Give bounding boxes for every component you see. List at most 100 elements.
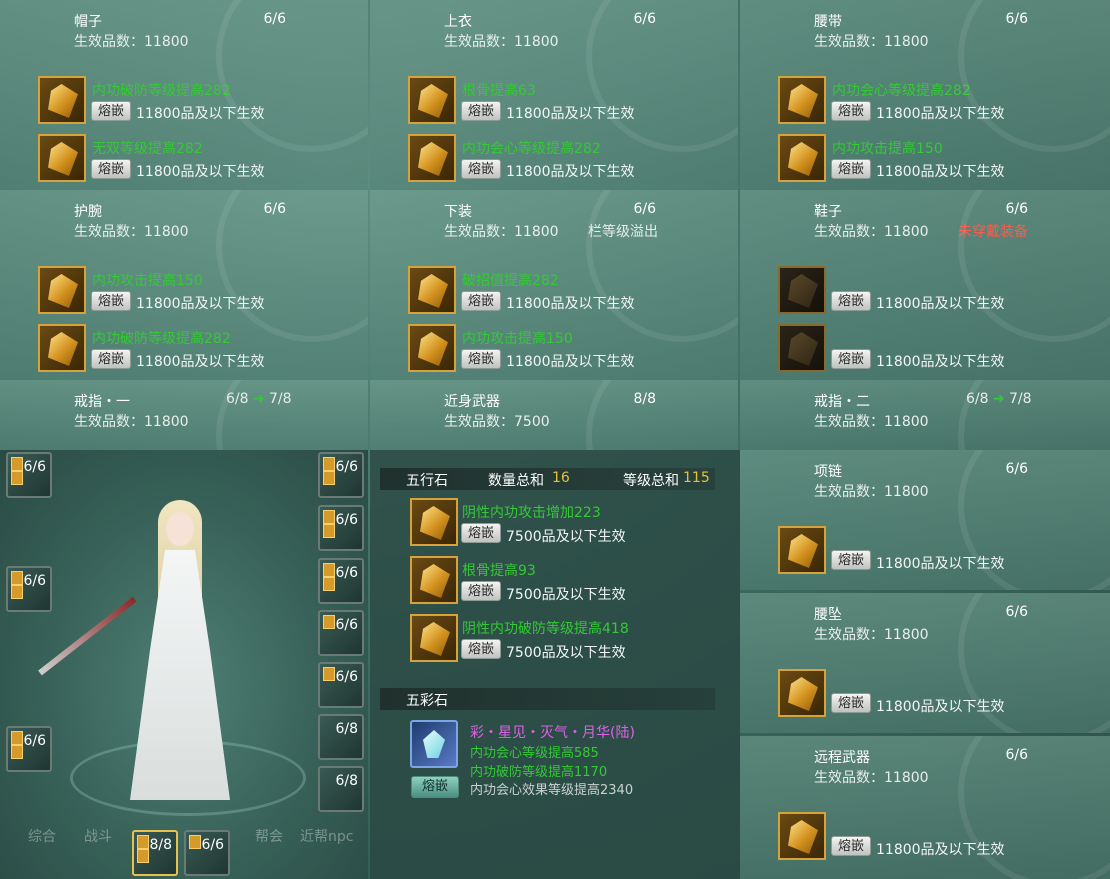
wuxing-qty: 16: [552, 470, 570, 486]
panel-title: 腰带: [814, 14, 842, 30]
panel-title: 帽子: [74, 14, 102, 30]
gem-slot[interactable]: [778, 76, 826, 124]
not-equipped-note: 未穿戴装备: [958, 224, 1028, 240]
panel-necklace: 项链 6/6 生效品数：11800 熔嵌 11800品及以下生效: [740, 450, 1110, 590]
inlay-button[interactable]: 熔嵌: [461, 639, 502, 659]
chat-tab[interactable]: 帮会: [255, 826, 283, 846]
gem-slot[interactable]: [778, 669, 826, 717]
inlay-button[interactable]: 熔嵌: [831, 159, 872, 179]
gem-small-icon: [323, 510, 335, 524]
character-figure: [130, 500, 230, 800]
effect-text: 11800品及以下生效: [136, 354, 265, 370]
gem-slot[interactable]: [38, 324, 86, 372]
effect-text: 11800品及以下生效: [876, 699, 1005, 715]
overflow-note: 栏等级溢出: [588, 224, 658, 240]
wucai-stone-slot[interactable]: [410, 720, 458, 768]
inlay-button[interactable]: 熔嵌: [831, 836, 872, 856]
equip-slot[interactable]: 6/6: [6, 452, 52, 498]
gem-attribute: 内功攻击提高150: [462, 331, 573, 347]
panel-effective-quality: 生效品数：7500: [444, 414, 550, 430]
character-viewport[interactable]: [0, 450, 368, 879]
inlay-button[interactable]: 熔嵌: [461, 101, 502, 121]
gem-icon: [418, 142, 448, 176]
gem-slot[interactable]: [408, 134, 456, 182]
inlay-button[interactable]: 熔嵌: [831, 349, 872, 369]
equip-slot[interactable]: 6/8: [318, 714, 364, 760]
panel-effective-quality: 生效品数：11800: [814, 770, 929, 786]
gem-icon: [48, 142, 78, 176]
gem-icon: [418, 84, 448, 118]
effect-text: 7500品及以下生效: [506, 529, 626, 545]
equip-slot[interactable]: 6/6: [6, 726, 52, 772]
panel-count: 6/6: [1005, 201, 1028, 217]
weapon-slot-selected[interactable]: 8/8: [132, 830, 178, 876]
gem-attribute: 内功攻击提高150: [832, 141, 943, 157]
panel-title: 护腕: [74, 204, 102, 220]
gem-slot[interactable]: [38, 266, 86, 314]
gem-slot[interactable]: [408, 324, 456, 372]
equip-slot[interactable]: 6/8: [318, 766, 364, 812]
wucai-line: 内功会心效果等级提高2340: [470, 783, 634, 798]
gem-small-icon: [189, 835, 201, 849]
panel-title: 下装: [444, 204, 472, 220]
gem-slot[interactable]: [408, 266, 456, 314]
panel-effective-quality: 生效品数：11800: [814, 224, 929, 240]
inlay-button[interactable]: 熔嵌: [461, 523, 502, 543]
stone-attribute: 阴性内功破防等级提高418: [462, 621, 629, 637]
equip-slot[interactable]: 6/6: [318, 558, 364, 604]
inlay-button[interactable]: 熔嵌: [831, 101, 872, 121]
gem-small-icon: [323, 615, 335, 629]
gem-slot[interactable]: [778, 134, 826, 182]
gem-attribute: 内功破防等级提高282: [92, 83, 231, 99]
inlay-button[interactable]: 熔嵌: [91, 159, 132, 179]
gem-small-icon: [323, 667, 335, 681]
panel-ring1: 戒指・一 6/8 ➜ 7/8 生效品数：11800: [0, 380, 368, 450]
inlay-button[interactable]: 熔嵌: [461, 159, 502, 179]
slot-count: 6/6: [335, 512, 358, 528]
effect-text: 11800品及以下生效: [136, 164, 265, 180]
effect-text: 11800品及以下生效: [876, 106, 1005, 122]
equip-slot[interactable]: 6/6: [318, 610, 364, 656]
inlay-button[interactable]: 熔嵌: [831, 550, 872, 570]
wucai-line: 内功会心等级提高585: [470, 746, 599, 761]
equip-slot[interactable]: 6/6: [318, 452, 364, 498]
weapon-slot[interactable]: 6/6: [184, 830, 230, 876]
chat-tab[interactable]: 战斗: [84, 826, 112, 846]
gem-slot[interactable]: [778, 812, 826, 860]
inlay-button[interactable]: 熔嵌: [461, 581, 502, 601]
gem-attribute: 内功攻击提高150: [92, 273, 203, 289]
panel-count: 6/6: [263, 11, 286, 27]
equip-slot[interactable]: 6/6: [6, 566, 52, 612]
equip-slot[interactable]: 6/6: [318, 505, 364, 551]
inlay-button[interactable]: 熔嵌: [91, 101, 132, 121]
chat-tab[interactable]: 近帮npc: [300, 826, 353, 846]
chat-tab[interactable]: 综合: [28, 826, 56, 846]
panel-count: 6/6: [263, 201, 286, 217]
slot-count: 6/6: [335, 459, 358, 475]
inlay-button[interactable]: 熔嵌: [831, 291, 872, 311]
wuxing-lvl-label: 等级总和: [623, 473, 679, 489]
gem-slot[interactable]: [38, 76, 86, 124]
inlay-button[interactable]: 熔嵌: [461, 349, 502, 369]
gem-slot[interactable]: [778, 526, 826, 574]
panel-title: 戒指・二: [814, 394, 870, 410]
inlay-button[interactable]: 熔嵌: [91, 349, 132, 369]
panel-effective-quality: 生效品数：11800: [74, 34, 189, 50]
slot-count: 6/6: [335, 669, 358, 685]
equip-slot[interactable]: 6/6: [318, 662, 364, 708]
wuxing-stone-slot[interactable]: [410, 614, 458, 662]
gem-slot-empty[interactable]: [778, 324, 826, 372]
inlay-button[interactable]: 熔嵌: [91, 291, 132, 311]
inlay-button[interactable]: 熔嵌: [461, 291, 502, 311]
gem-icon: [788, 332, 818, 366]
gem-slot[interactable]: [38, 134, 86, 182]
wuxing-stone-slot[interactable]: [410, 498, 458, 546]
gem-slot-empty[interactable]: [778, 266, 826, 314]
wuxing-stone-slot[interactable]: [410, 556, 458, 604]
panel-pants: 下装 6/6 生效品数：11800 栏等级溢出 破招值提高282 熔嵌 1180…: [370, 190, 738, 380]
panel-count: 6/6: [1005, 604, 1028, 620]
inlay-button[interactable]: 熔嵌: [831, 693, 872, 713]
inlay-button[interactable]: 熔嵌: [411, 776, 459, 798]
wuxing-qty-label: 数量总和: [488, 473, 544, 489]
gem-slot[interactable]: [408, 76, 456, 124]
